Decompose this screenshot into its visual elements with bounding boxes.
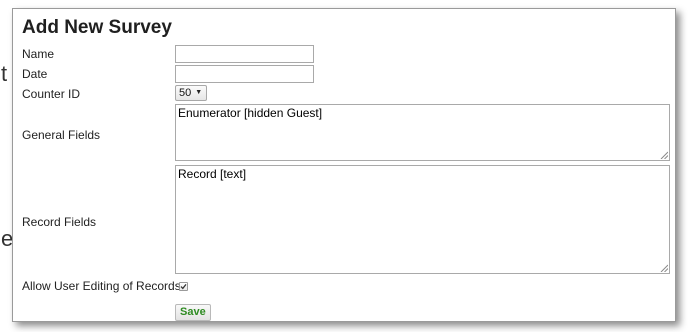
resize-grip-icon[interactable] xyxy=(660,151,668,159)
general-fields-label: General Fields xyxy=(22,128,101,142)
name-label: Name xyxy=(22,47,55,61)
dropdown-arrow-icon: ▼ xyxy=(195,89,203,96)
checkmark-icon xyxy=(180,283,187,290)
record-fields-label: Record Fields xyxy=(22,215,97,229)
name-input[interactable] xyxy=(175,45,314,63)
record-fields-text: Record [text] xyxy=(178,167,247,181)
save-button[interactable]: Save xyxy=(175,304,211,321)
dialog-title: Add New Survey xyxy=(22,17,172,38)
allow-editing-checkbox[interactable] xyxy=(179,282,188,291)
date-label: Date xyxy=(22,67,48,81)
counter-id-value: 50 xyxy=(179,87,192,99)
general-fields-text: Enumerator [hidden Guest] xyxy=(178,106,323,120)
record-fields-textarea[interactable]: Record [text] xyxy=(175,165,670,274)
allow-editing-label: Allow User Editing of Records xyxy=(22,279,181,293)
add-survey-dialog: Add New Survey Name Date Counter ID 50 ▼… xyxy=(12,8,676,322)
background-text-fragment: t xyxy=(1,61,8,86)
general-fields-textarea[interactable]: Enumerator [hidden Guest] xyxy=(175,104,670,161)
counter-id-select[interactable]: 50 ▼ xyxy=(175,85,208,101)
counter-id-label: Counter ID xyxy=(22,87,81,101)
resize-grip-icon[interactable] xyxy=(660,264,668,272)
date-input[interactable] xyxy=(175,65,314,83)
